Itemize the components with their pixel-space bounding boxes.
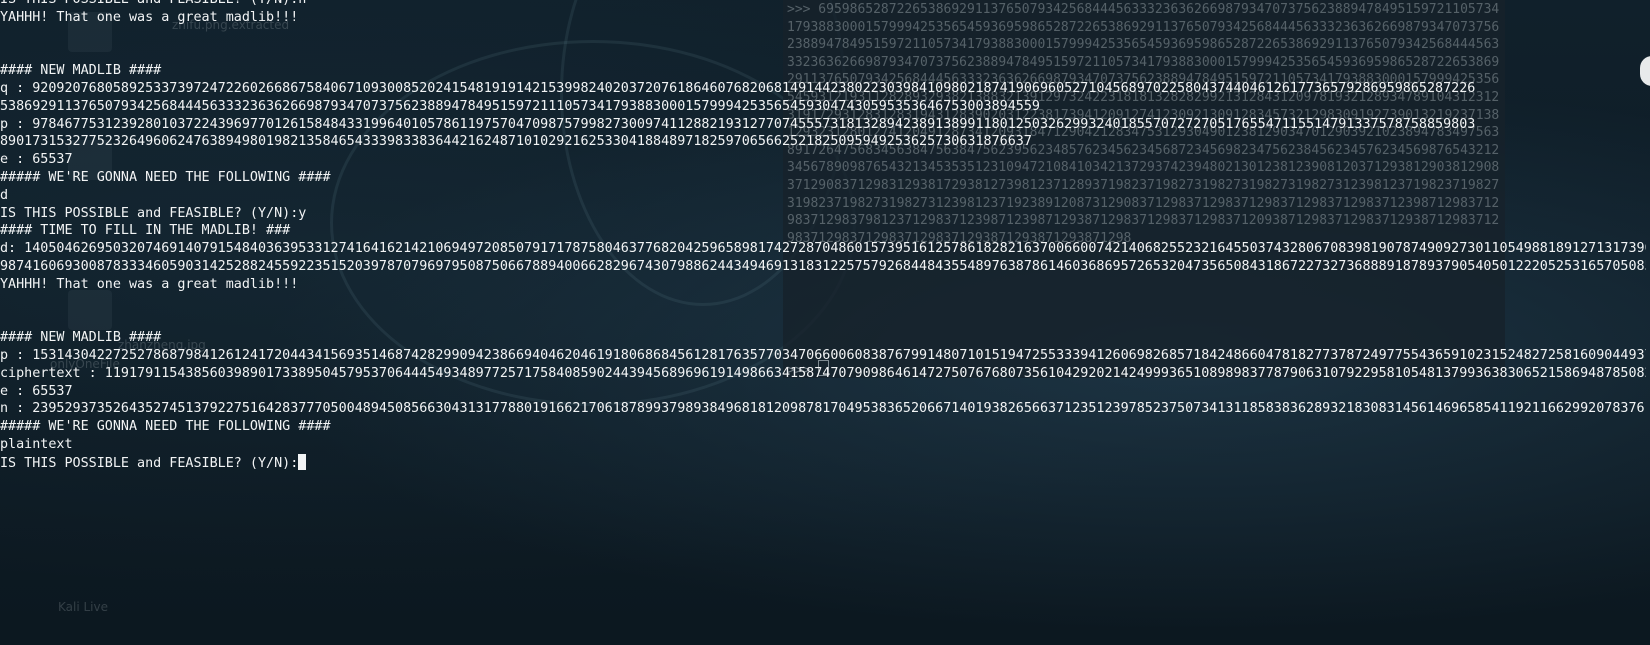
terminal-line: e : 65537: [0, 383, 73, 399]
terminal-line: 9874160693008783334605903142528824559223…: [0, 258, 1646, 274]
terminal-line: p : 978467753123928010372243969770126158…: [0, 116, 1476, 132]
terminal-line: d: 1405046269503207469140791548403639533…: [0, 241, 1646, 257]
terminal-line: 5386929113765079342568444563332363626698…: [0, 98, 1040, 114]
terminal-line: ##### WE'RE GONNA NEED THE FOLLOWING ###…: [0, 169, 331, 185]
terminal-line: plaintext: [0, 436, 73, 452]
terminal-prompt-text: IS THIS POSSIBLE and FEASIBLE? (Y/N):: [0, 455, 299, 471]
terminal-line: ciphertext : 119179115438560398901733895…: [0, 365, 1646, 381]
terminal-line: 8901731532775232649606247638949801982135…: [0, 134, 1032, 150]
terminal-line: IS THIS POSSIBLE and FEASIBLE? (Y/N):n: [0, 0, 1646, 9]
terminal-line: #### NEW MADLIB ####: [0, 330, 162, 346]
terminal-line: d: [0, 187, 9, 203]
terminal-line: ##### WE'RE GONNA NEED THE FOLLOWING ###…: [0, 419, 331, 435]
terminal-line: #### TIME TO FILL IN THE MADLIB! ###: [0, 223, 291, 239]
terminal-line: IS THIS POSSIBLE and FEASIBLE? (Y/N):y: [0, 205, 307, 221]
terminal-cursor: [298, 453, 307, 470]
terminal-line: p : 153143042272527868798412612417204434…: [0, 347, 1646, 363]
terminal-line: n : 239529373526435274513792275164283777…: [0, 401, 1646, 417]
terminal-prompt-line[interactable]: IS THIS POSSIBLE and FEASIBLE? (Y/N):: [0, 453, 1646, 472]
terminal-line: q : 920920768058925337397247226026686758…: [0, 80, 1476, 96]
terminal-window[interactable]: IS THIS POSSIBLE and FEASIBLE? (Y/N):n Y…: [0, 0, 1646, 645]
terminal-line: YAHHH! That one was a great madlib!!!: [0, 276, 299, 292]
terminal-line: #### NEW MADLIB ####: [0, 63, 162, 79]
terminal-line: e : 65537: [0, 152, 73, 168]
terminal-line: YAHHH! That one was a great madlib!!!: [0, 9, 299, 25]
